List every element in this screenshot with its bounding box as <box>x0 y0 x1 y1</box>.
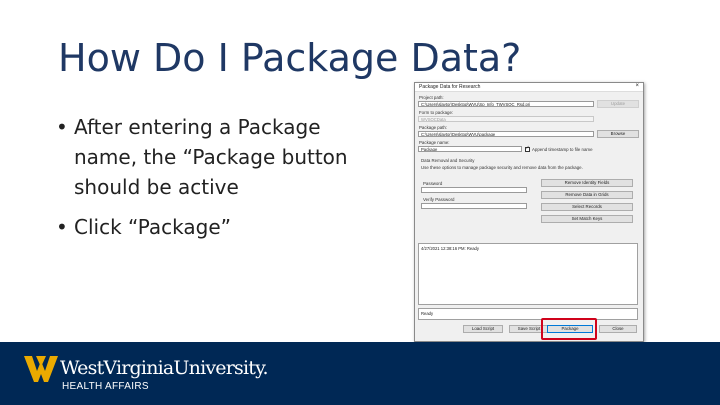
set-match-keys-button[interactable]: Set Match Keys <box>541 215 633 223</box>
close-button[interactable]: Close <box>599 325 637 333</box>
status-panel: Ready <box>418 308 638 320</box>
browse-button[interactable]: Browse <box>597 130 639 138</box>
password-label: Password <box>423 181 443 186</box>
bullet-glyph: • <box>56 215 68 239</box>
load-script-button[interactable]: Load Script <box>463 325 503 333</box>
append-timestamp-checkbox[interactable] <box>525 145 530 152</box>
project-path-label: Project path: <box>419 95 444 100</box>
health-affairs-label: HEALTH AFFAIRS <box>62 381 149 392</box>
remove-identity-fields-button[interactable]: Remove Identity Fields <box>541 179 633 187</box>
password-field[interactable] <box>421 187 527 193</box>
update-button[interactable]: Update <box>597 100 639 108</box>
university-name: WestVirginiaUniversity. <box>60 357 269 379</box>
remove-data-in-grids-button[interactable]: Remove Data in Grids <box>541 191 633 199</box>
package-name-label: Package name: <box>419 140 450 145</box>
bullet-list: • After entering a Package name, the “Pa… <box>56 112 386 252</box>
form-select[interactable]: WVSOCData <box>418 116 594 122</box>
bullet-text: Click “Package” <box>74 215 232 239</box>
bullet-glyph: • <box>56 115 68 139</box>
package-button-highlight <box>541 318 597 340</box>
slide-title: How Do I Package Data? <box>58 36 522 80</box>
form-label: Form to package: <box>419 110 454 115</box>
package-data-dialog: Package Data for Research × Project path… <box>414 82 644 342</box>
verify-password-label: Verify Password <box>423 197 455 202</box>
package-path-field[interactable]: C:\Users\slaytor\Desktop\WVU\package <box>418 131 594 137</box>
package-path-label: Package path: <box>419 125 448 130</box>
bullet-item: • Click “Package” <box>56 212 386 242</box>
dialog-titlebar: Package Data for Research × <box>415 83 643 92</box>
log-panel: 4/27/2021 12:38:16 PM: Ready <box>418 243 638 305</box>
project-path-field[interactable]: C:\Users\slaytor\Desktop\WVU\Sp_Info_TWV… <box>418 101 594 107</box>
verify-password-field[interactable] <box>421 203 527 209</box>
append-timestamp-label: Append timestamp to file name <box>532 146 593 152</box>
bullet-item: • After entering a Package name, the “Pa… <box>56 112 386 202</box>
select-records-button[interactable]: Select Records <box>541 203 633 211</box>
bullet-text: After entering a Package name, the “Pack… <box>74 115 348 199</box>
data-removal-section-title: Data Removal and Security <box>421 158 475 163</box>
package-name-field[interactable]: Package <box>418 146 522 152</box>
dialog-title: Package Data for Research <box>419 84 481 90</box>
log-entry: 4/27/2021 12:38:16 PM: Ready <box>421 246 479 251</box>
data-removal-section-desc: Use these options to manage package secu… <box>421 165 583 170</box>
wv-logo-icon <box>24 356 58 382</box>
close-icon[interactable]: × <box>635 83 639 89</box>
status-text: Ready <box>421 311 434 316</box>
